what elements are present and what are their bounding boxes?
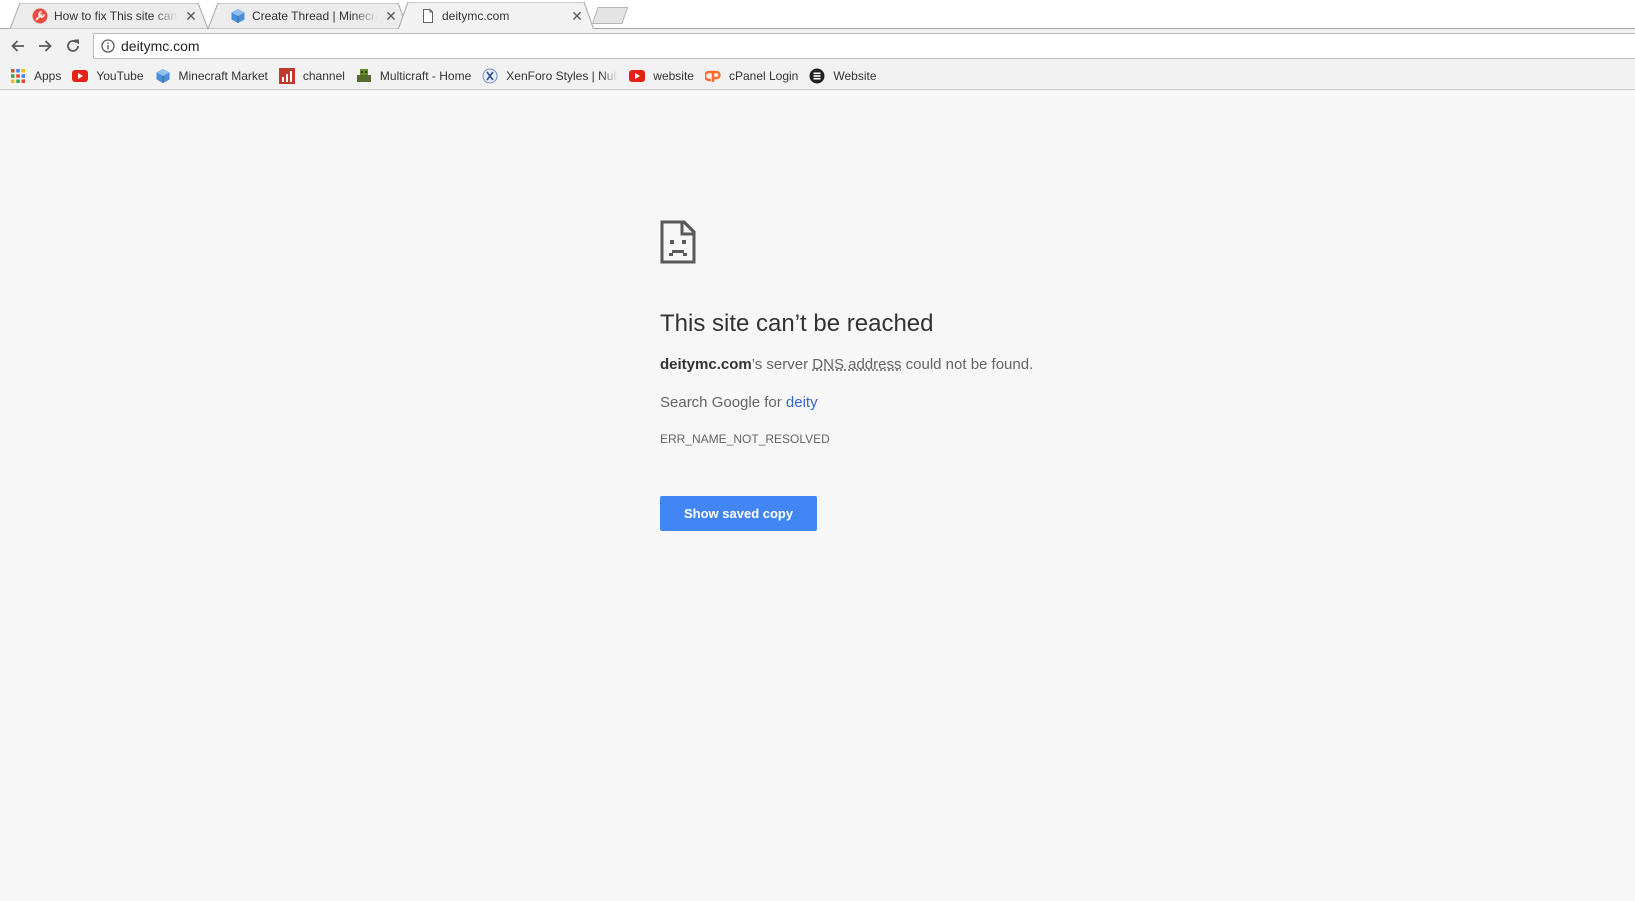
address-bar[interactable]: deitymc.com [93, 33, 1635, 59]
page-content: This site can’t be reached deitymc.com’s… [0, 90, 1635, 901]
tab-deitymc[interactable]: deitymc.com ✕ [398, 2, 594, 30]
tab-how-to-fix[interactable]: How to fix This site can't be reached ✕ [10, 3, 208, 29]
new-tab-button[interactable] [592, 7, 628, 24]
bookmark-label: channel [302, 69, 345, 83]
forward-button[interactable] [34, 35, 56, 57]
reload-button[interactable] [62, 35, 84, 57]
bookmarks-bar: Apps YouTube Minecraft Market channel Mu… [0, 63, 1635, 90]
address-text[interactable]: deitymc.com [121, 38, 200, 54]
bookmark-multicraft[interactable]: Multicraft - Home [356, 65, 471, 87]
search-google-link[interactable]: deity [786, 394, 818, 411]
error-domain: deitymc.com [660, 356, 752, 373]
tools-icon [32, 8, 48, 24]
cube-icon [155, 68, 171, 84]
arrow-right-icon [39, 40, 52, 52]
bookmark-label: XenForo Styles | Nulled [506, 69, 619, 83]
close-tab-icon[interactable]: ✕ [384, 9, 398, 23]
bookmark-website-youtube[interactable]: website [629, 65, 694, 87]
page-icon [420, 8, 436, 24]
bookmark-website[interactable]: Website [809, 65, 877, 87]
tab-title: Create Thread | Minecraft Market [252, 9, 378, 23]
bookmark-xenforo[interactable]: XenForo Styles | Nulled [482, 65, 618, 87]
bookmark-minecraft-market[interactable]: Minecraft Market [155, 65, 268, 87]
dns-address-term: DNS address [812, 356, 902, 373]
error-description: deitymc.com’s server DNS address could n… [660, 355, 1260, 375]
arrow-left-icon [11, 40, 24, 52]
tab-title: How to fix This site can't be reached [54, 9, 178, 23]
bookmark-label: Multicraft - Home [379, 69, 472, 83]
back-button[interactable] [7, 35, 29, 57]
cube-icon [230, 8, 246, 24]
search-prefix: Search Google for [660, 394, 786, 411]
multicraft-icon [356, 68, 372, 84]
youtube-icon [72, 68, 89, 84]
reload-icon [67, 39, 79, 52]
error-code: ERR_NAME_NOT_RESOLVED [660, 432, 830, 446]
bookmark-label: website [653, 69, 694, 83]
tab-create-thread[interactable]: Create Thread | Minecraft Market ✕ [208, 3, 408, 29]
error-desc-mid: ’s server [751, 356, 813, 373]
cpanel-icon [704, 68, 721, 84]
bookmark-apps[interactable]: Apps [10, 65, 61, 87]
xenforo-icon [482, 68, 498, 84]
toolbar: deitymc.com [0, 29, 1635, 63]
tab-strip: How to fix This site can't be reached ✕ … [0, 0, 1635, 30]
show-saved-copy-button[interactable]: Show saved copy [660, 496, 818, 531]
bookmark-label: Minecraft Market [178, 69, 268, 83]
close-tab-icon[interactable]: ✕ [184, 9, 198, 23]
bookmark-label: cPanel Login [728, 69, 799, 83]
info-icon[interactable] [101, 39, 115, 53]
tab-title: deitymc.com [442, 9, 510, 23]
apps-grid-icon [10, 68, 26, 84]
search-suggestion: Search Google for deity [660, 393, 1260, 413]
circle-e-icon [809, 68, 825, 84]
chart-icon [278, 68, 295, 84]
bookmark-label: Apps [34, 69, 62, 83]
sad-page-icon [660, 220, 696, 264]
youtube-icon [629, 68, 646, 84]
bookmark-youtube[interactable]: YouTube [72, 65, 144, 87]
bookmark-channel[interactable]: channel [278, 65, 345, 87]
error-title: This site can’t be reached [660, 310, 934, 337]
bookmark-cpanel[interactable]: cPanel Login [704, 65, 799, 87]
bookmark-label: Website [833, 69, 877, 83]
bookmark-label: YouTube [96, 69, 144, 83]
error-container: This site can’t be reached deitymc.com’s… [660, 220, 1260, 531]
close-tab-icon[interactable]: ✕ [570, 9, 584, 23]
error-desc-end: could not be found. [901, 356, 1034, 373]
